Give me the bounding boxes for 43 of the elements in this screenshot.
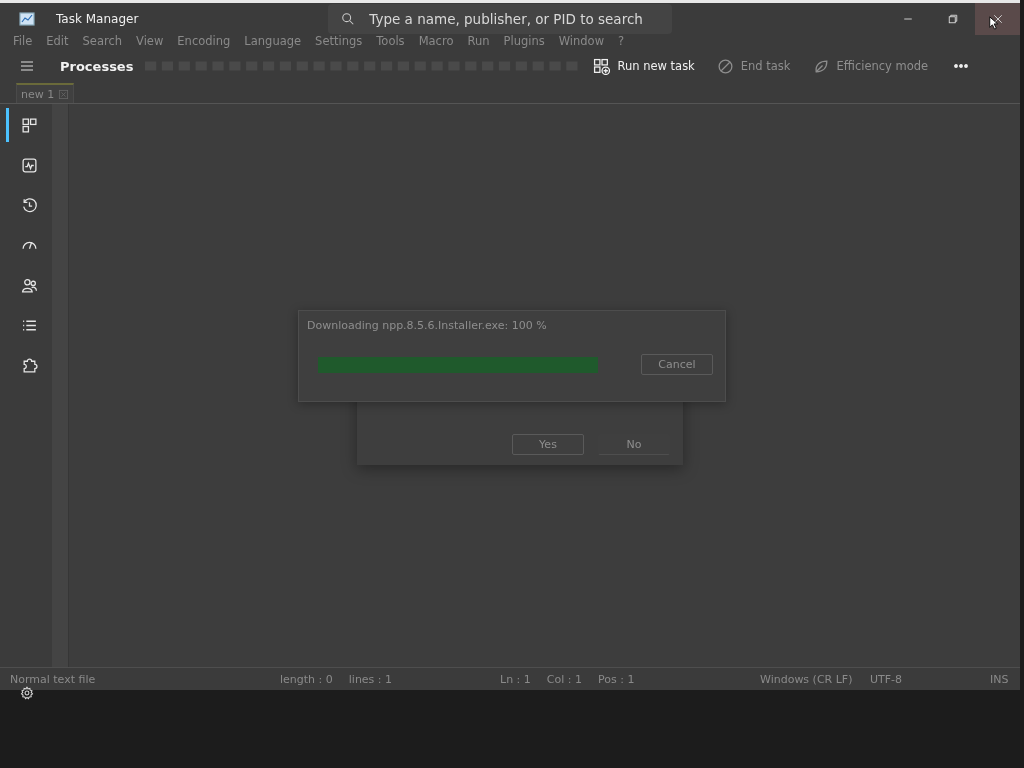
menu-item[interactable]: View [136, 34, 164, 48]
tab-label[interactable]: new 1 [21, 87, 55, 101]
status-text: Ln : 1 [500, 672, 531, 686]
users-icon[interactable] [21, 276, 38, 294]
menu-item[interactable]: Macro [418, 34, 454, 48]
run-task-icon[interactable] [593, 57, 611, 75]
menu-item[interactable]: Settings [315, 34, 363, 48]
menu-item[interactable]: ? [618, 34, 625, 48]
menu-item[interactable]: Encoding [177, 34, 231, 48]
editor-tab[interactable]: new 1 [16, 83, 75, 103]
cancel-button[interactable]: Cancel [641, 354, 713, 375]
menu-item[interactable]: Tools [376, 34, 405, 48]
dialog-button[interactable]: Yes [512, 434, 584, 455]
close-icon[interactable] [991, 13, 1004, 25]
command-button[interactable]: Run new task [587, 53, 701, 79]
restore-icon[interactable] [946, 13, 959, 25]
menu-item[interactable]: Run [467, 34, 490, 48]
status-text: Normal text file [10, 672, 96, 686]
chart-window-icon [19, 11, 35, 27]
page-title: Processes [60, 58, 134, 74]
search-icon[interactable] [341, 12, 356, 26]
menu-item[interactable]: Language [244, 34, 302, 48]
history-icon[interactable] [21, 196, 38, 214]
status-text: Pos : 1 [598, 672, 635, 686]
download-message: Downloading npp.8.5.6.Installer.exe: 100 % [307, 319, 548, 332]
status-text: length : 0 [280, 672, 333, 686]
status-text: Windows (CR LF) [760, 672, 853, 686]
window-title: Task Manager [56, 12, 139, 26]
close-button[interactable] [975, 3, 1020, 35]
status-text: Col : 1 [546, 672, 582, 686]
puzzle-icon[interactable] [21, 356, 38, 374]
menu-icon[interactable] [19, 58, 35, 74]
grid-icon[interactable] [21, 116, 38, 134]
status-text: lines : 1 [348, 672, 393, 686]
status-text: UTF-8 [870, 672, 903, 686]
pulse-icon[interactable] [21, 156, 38, 174]
status-text: INS [990, 672, 1009, 686]
menu-item[interactable]: File [13, 34, 33, 48]
menu-item[interactable]: Search [82, 34, 123, 48]
menu-item[interactable]: Plugins [503, 34, 545, 48]
search-field[interactable]: Type a name, publisher, or PID to search [328, 4, 673, 34]
menu-item[interactable]: Edit [46, 34, 69, 48]
menu-item[interactable]: Window [558, 34, 605, 48]
